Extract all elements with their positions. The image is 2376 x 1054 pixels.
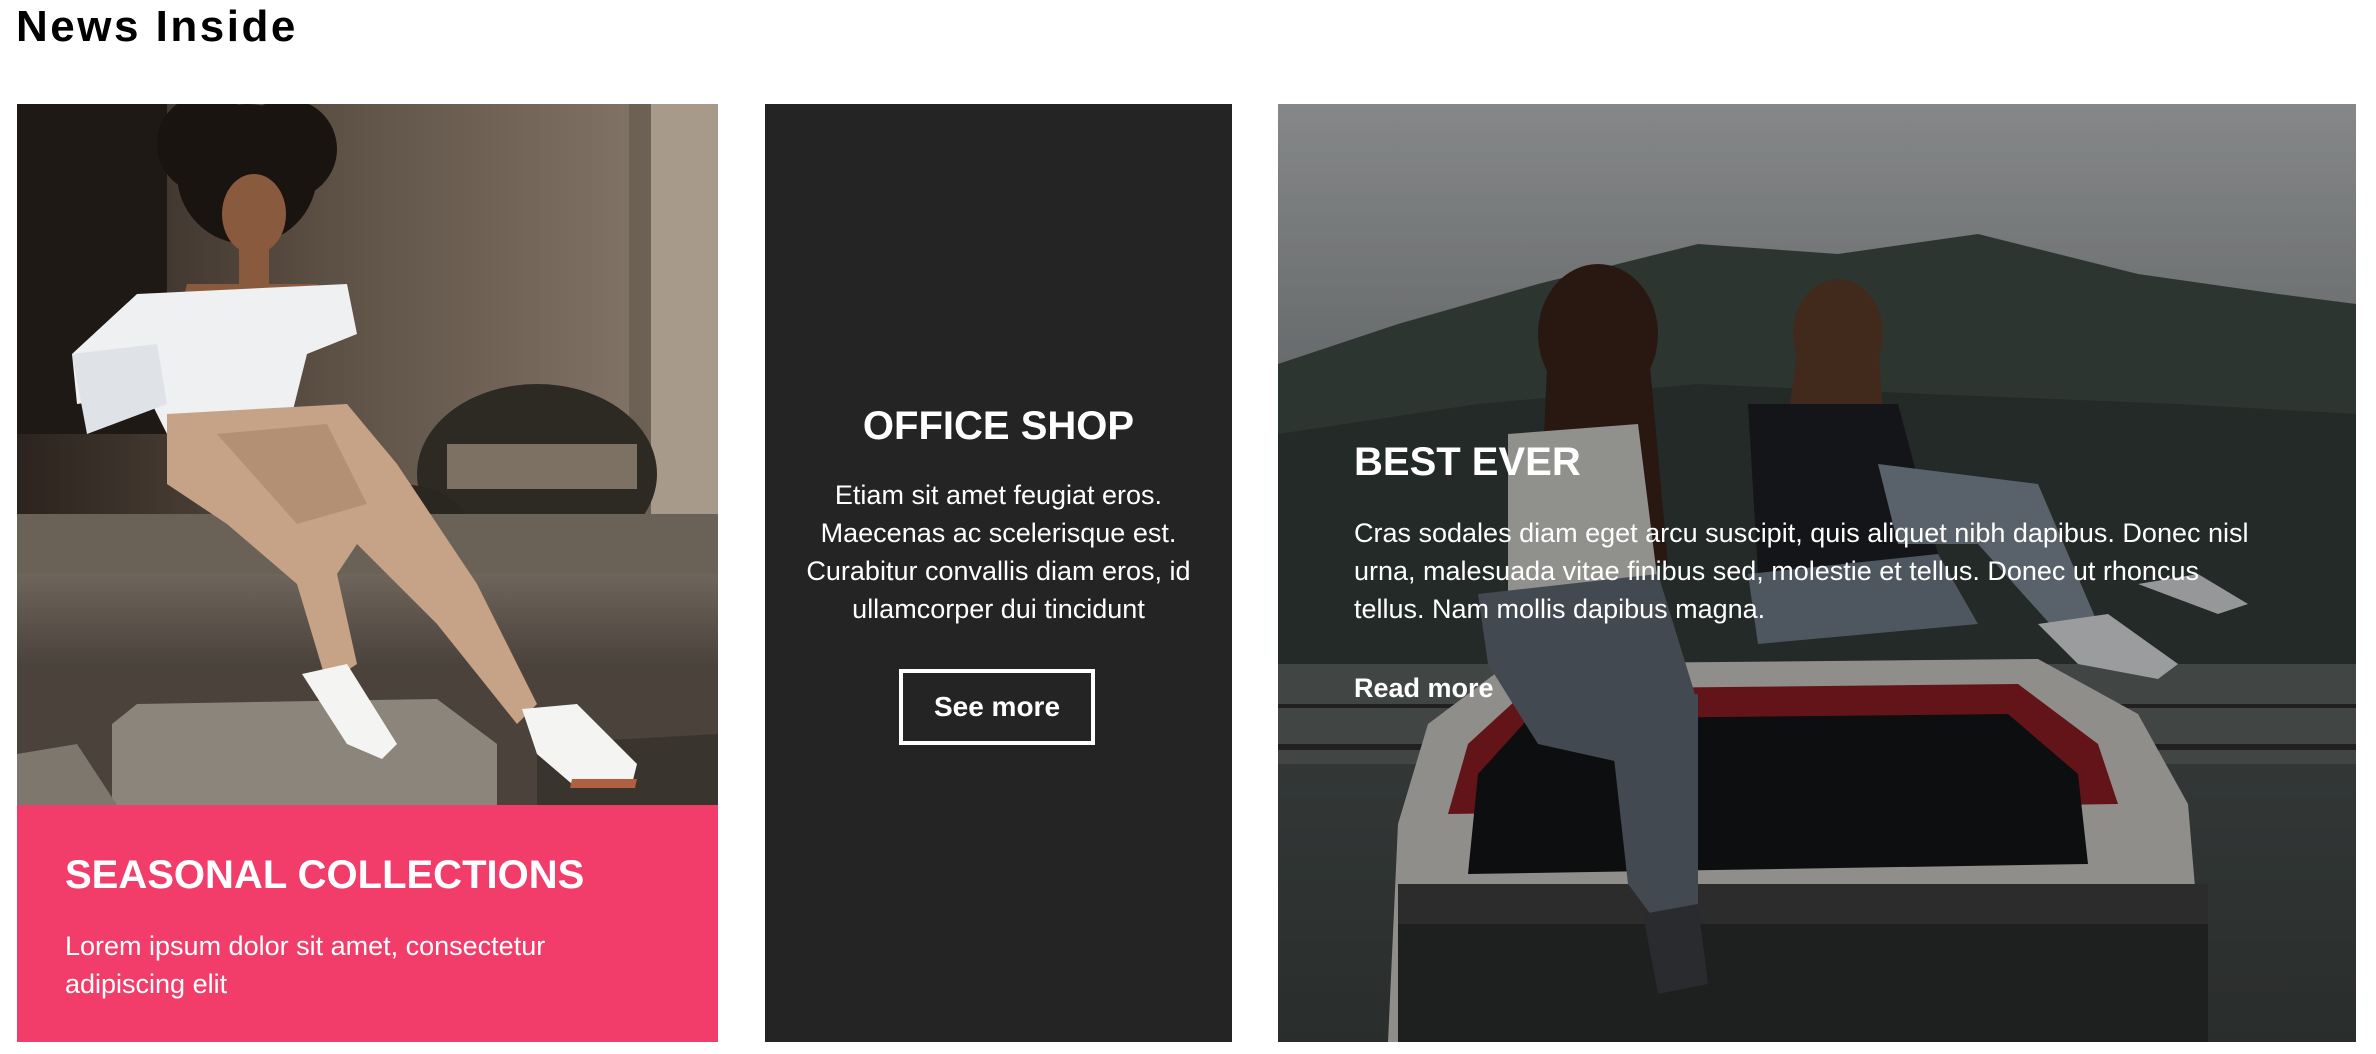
news-inside-page: News Inside SEASONAL COLLECTIONS Lorem i… bbox=[0, 0, 2376, 1054]
see-more-button[interactable]: See more bbox=[899, 669, 1095, 745]
office-shop-card: OFFICE SHOP Etiam sit amet feugiat eros.… bbox=[765, 104, 1232, 1042]
woman-sitting-on-steps-photo bbox=[17, 104, 718, 805]
office-title: OFFICE SHOP bbox=[862, 404, 1135, 448]
page-title: News Inside bbox=[16, 2, 298, 51]
office-description: Etiam sit amet feugiat eros. Maecenas ac… bbox=[806, 480, 1191, 624]
seasonal-description: Lorem ipsum dolor sit amet, consectetur … bbox=[65, 931, 546, 999]
seasonal-info-panel: SEASONAL COLLECTIONS Lorem ipsum dolor s… bbox=[17, 805, 718, 1042]
best-ever-card[interactable]: BEST EVER Cras sodales diam eget arcu su… bbox=[1278, 104, 2356, 1042]
seasonal-collections-card[interactable]: SEASONAL COLLECTIONS Lorem ipsum dolor s… bbox=[17, 104, 718, 1042]
seasonal-title: SEASONAL COLLECTIONS bbox=[65, 853, 585, 897]
best-ever-description: Cras sodales diam eget arcu suscipit, qu… bbox=[1354, 518, 2249, 624]
read-more-link[interactable]: Read more bbox=[1354, 670, 1494, 706]
best-ever-title: BEST EVER bbox=[1354, 440, 1581, 484]
